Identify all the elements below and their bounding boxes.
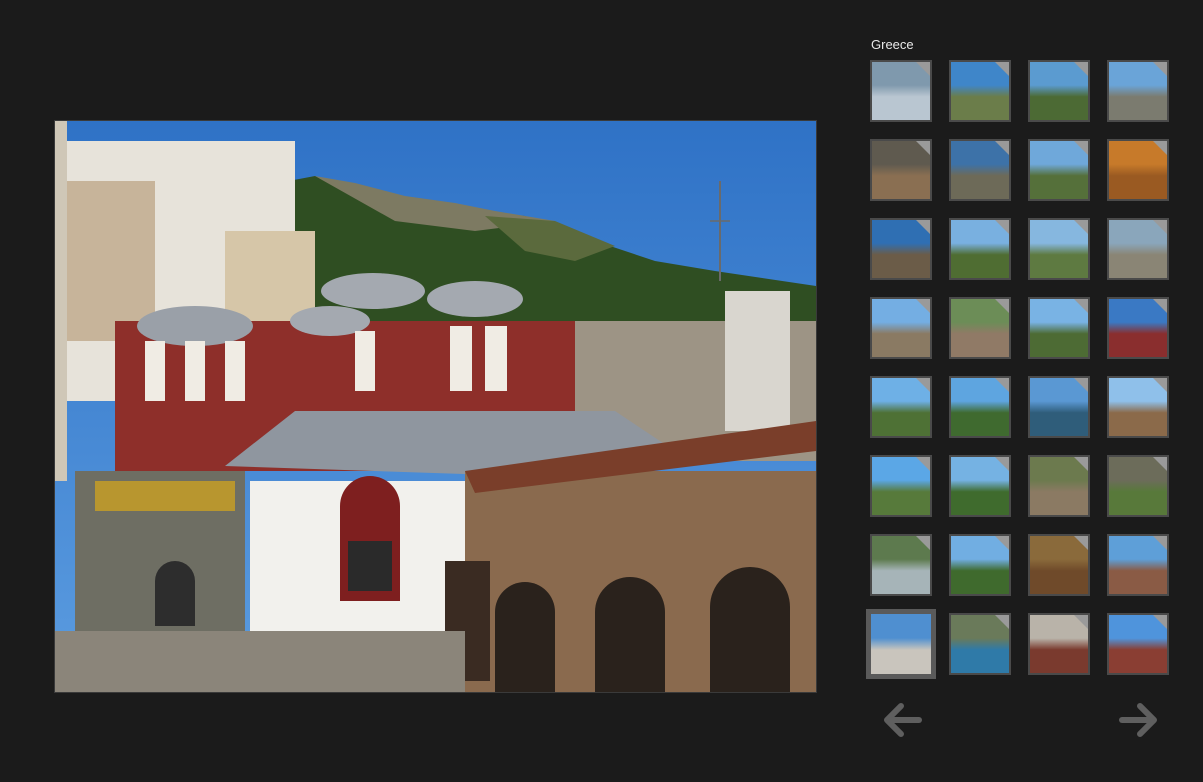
corner-fold-icon [1153, 220, 1167, 234]
corner-fold-icon [916, 536, 930, 550]
thumbnail-9[interactable] [870, 218, 932, 280]
corner-fold-icon [916, 378, 930, 392]
thumbnail-grid [866, 58, 1172, 686]
corner-fold-icon [995, 299, 1009, 313]
corner-fold-icon [916, 299, 930, 313]
thumbnail-23[interactable] [1028, 455, 1090, 517]
corner-fold-icon [995, 615, 1009, 629]
thumbnail-2[interactable] [949, 60, 1011, 122]
thumbnail-11[interactable] [1028, 218, 1090, 280]
thumbnail-27[interactable] [1028, 534, 1090, 596]
corner-fold-icon [1074, 62, 1088, 76]
thumbnail-16[interactable] [1107, 297, 1169, 359]
arrow-left-icon[interactable] [881, 700, 925, 740]
corner-fold-icon [1074, 536, 1088, 550]
corner-fold-icon [1153, 615, 1167, 629]
main-photo-viewer[interactable] [54, 120, 817, 693]
corner-fold-icon [995, 536, 1009, 550]
corner-fold-icon [1153, 299, 1167, 313]
thumbnail-24[interactable] [1107, 455, 1169, 517]
corner-fold-icon [995, 141, 1009, 155]
thumbnail-25[interactable] [870, 534, 932, 596]
arrow-right-icon[interactable] [1116, 700, 1160, 740]
thumbnail-28[interactable] [1107, 534, 1169, 596]
corner-fold-icon [916, 220, 930, 234]
thumbnail-5[interactable] [870, 139, 932, 201]
thumbnail-1[interactable] [870, 60, 932, 122]
thumbnail-18[interactable] [949, 376, 1011, 438]
thumbnail-22[interactable] [949, 455, 1011, 517]
thumbnail-8[interactable] [1107, 139, 1169, 201]
corner-fold-icon [1074, 141, 1088, 155]
thumbnail-14[interactable] [949, 297, 1011, 359]
corner-fold-icon [1153, 62, 1167, 76]
thumbnail-32[interactable] [1107, 613, 1169, 675]
thumbnail-13[interactable] [870, 297, 932, 359]
corner-fold-icon [1074, 615, 1088, 629]
thumbnail-3[interactable] [1028, 60, 1090, 122]
corner-fold-icon [1153, 141, 1167, 155]
corner-fold-icon [1074, 378, 1088, 392]
gallery-page: Greece [0, 0, 1203, 782]
corner-fold-icon [1074, 220, 1088, 234]
corner-fold-icon [1153, 457, 1167, 471]
thumbnail-7[interactable] [1028, 139, 1090, 201]
corner-fold-icon [1153, 536, 1167, 550]
corner-fold-icon [1074, 299, 1088, 313]
corner-fold-icon [995, 220, 1009, 234]
corner-fold-icon [916, 457, 930, 471]
thumbnail-15[interactable] [1028, 297, 1090, 359]
thumbnail-29[interactable] [866, 609, 936, 679]
thumbnail-image [871, 614, 931, 674]
thumbnail-19[interactable] [1028, 376, 1090, 438]
thumbnail-30[interactable] [949, 613, 1011, 675]
monastery-photo [55, 121, 816, 692]
corner-fold-icon [916, 141, 930, 155]
corner-fold-icon [1153, 378, 1167, 392]
thumbnail-20[interactable] [1107, 376, 1169, 438]
corner-fold-icon [995, 62, 1009, 76]
corner-fold-icon [1074, 457, 1088, 471]
thumbnail-6[interactable] [949, 139, 1011, 201]
corner-fold-icon [995, 457, 1009, 471]
corner-fold-icon [916, 62, 930, 76]
thumbnail-31[interactable] [1028, 613, 1090, 675]
thumbnail-10[interactable] [949, 218, 1011, 280]
thumbnail-26[interactable] [949, 534, 1011, 596]
thumbnail-4[interactable] [1107, 60, 1169, 122]
thumbnail-21[interactable] [870, 455, 932, 517]
corner-fold-icon [995, 378, 1009, 392]
gallery-title: Greece [871, 37, 914, 52]
thumbnail-17[interactable] [870, 376, 932, 438]
thumbnail-12[interactable] [1107, 218, 1169, 280]
